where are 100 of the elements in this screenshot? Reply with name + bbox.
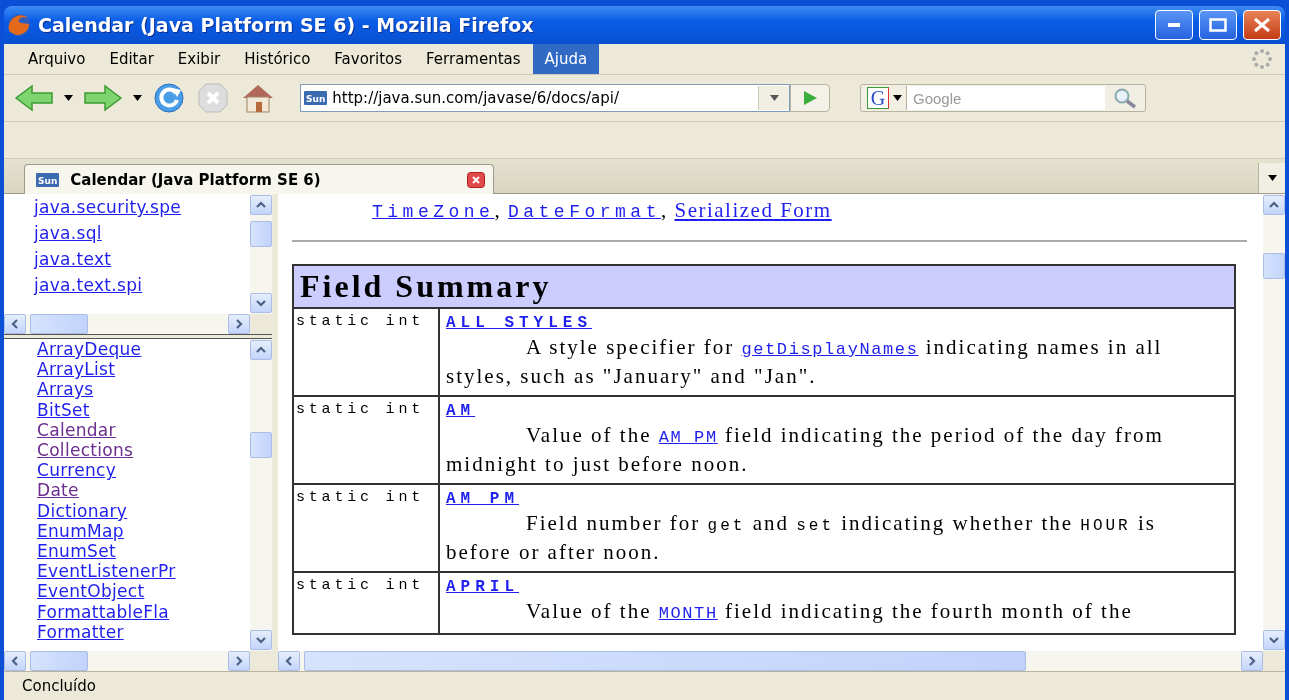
minimize-button[interactable]	[1155, 10, 1193, 40]
package-link[interactable]: java.sql	[34, 220, 102, 246]
class-link[interactable]: Arrays	[37, 379, 94, 400]
tab-list-button[interactable]	[1258, 163, 1285, 193]
class-link[interactable]: Date	[37, 480, 79, 501]
maximize-button[interactable]	[1199, 10, 1237, 40]
menu-item[interactable]: Exibir	[165, 44, 233, 74]
menu-item[interactable]: Arquivo	[16, 44, 98, 74]
browser-tab[interactable]: Sun Calendar (Java Platform SE 6)	[24, 164, 494, 194]
caret-icon[interactable]	[893, 95, 902, 101]
class-link[interactable]: Dictionary	[37, 500, 128, 521]
scroll-left-button[interactable]	[4, 314, 26, 334]
caret-icon[interactable]	[133, 95, 142, 101]
maximize-icon	[1209, 18, 1227, 32]
class-link[interactable]: Collections	[37, 440, 134, 461]
modifier-cell: static int	[293, 308, 439, 396]
menu-item[interactable]: Ajuda	[532, 44, 600, 74]
scroll-thumb[interactable]	[250, 432, 272, 458]
reload-icon	[152, 81, 186, 115]
package-link[interactable]: java.text	[34, 246, 112, 272]
scroll-thumb[interactable]	[304, 651, 1026, 671]
browser-logo-icon	[6, 12, 32, 38]
caret-icon	[769, 95, 779, 101]
dropdown-button[interactable]	[758, 86, 789, 110]
play-icon	[802, 90, 818, 106]
stop-icon	[196, 81, 230, 115]
scroll-right-button[interactable]	[228, 651, 250, 671]
horizontal-scrollbar[interactable]	[4, 651, 250, 671]
close-button[interactable]	[1243, 10, 1281, 40]
scroll-right-button[interactable]	[228, 314, 250, 334]
modifier-cell: static int	[293, 396, 439, 484]
site-icon: Sun	[304, 91, 328, 105]
scroll-down-button[interactable]	[250, 293, 272, 313]
class-link[interactable]: ArrayDeque	[37, 339, 142, 360]
class-link[interactable]: EventListenerPr	[37, 561, 176, 582]
vertical-scrollbar[interactable]	[250, 194, 272, 314]
horizontal-scrollbar[interactable]	[278, 651, 1263, 671]
package-link[interactable]: java.text.spi	[34, 272, 143, 298]
field-description: Value of the MONTH field indicating the fourth month of the	[525, 598, 1134, 625]
field-description: A style specifier for getDisplayNames indicating names in all styles, such as "January" and "Jan".	[446, 334, 1164, 389]
close-tab-icon	[467, 171, 485, 188]
class-link[interactable]: EventObject	[37, 581, 145, 602]
scroll-thumb[interactable]	[250, 221, 272, 247]
site-icon: Sun	[36, 172, 60, 187]
scroll-thumb[interactable]	[1263, 253, 1285, 279]
scroll-thumb[interactable]	[30, 314, 88, 334]
menu-item[interactable]: Ferramentas	[414, 44, 533, 74]
class-link[interactable]: ArrayList	[37, 359, 116, 380]
address-field[interactable]: Sun http://java.sun.com/javase/6/docs/api/	[300, 84, 790, 112]
code-link[interactable]: AM_PM	[658, 428, 718, 447]
field-link[interactable]: AM	[446, 402, 476, 420]
code-link[interactable]: getDisplayNames	[741, 340, 919, 359]
modifier-cell: static int	[293, 572, 439, 634]
package-link[interactable]: java.security.spe	[34, 194, 182, 220]
class-link[interactable]: EnumSet	[37, 541, 116, 562]
scroll-right-button[interactable]	[1241, 651, 1263, 671]
scrollbar-corner	[250, 314, 272, 334]
scroll-down-button[interactable]	[1263, 630, 1285, 650]
class-link[interactable]: Calendar	[37, 419, 116, 440]
scroll-thumb[interactable]	[30, 651, 88, 671]
menu-item[interactable]: Favoritos	[322, 44, 415, 74]
modifier-cell: static int	[293, 484, 439, 572]
menu-item[interactable]: Histórico	[232, 44, 323, 74]
class-link[interactable]: Currency	[37, 460, 116, 481]
vertical-scrollbar[interactable]	[1263, 194, 1285, 651]
field-link[interactable]: APRIL	[446, 578, 519, 596]
scroll-up-button[interactable]	[250, 340, 272, 360]
code-link[interactable]: DateFormat	[507, 202, 661, 222]
scroll-left-button[interactable]	[4, 651, 26, 671]
vertical-scrollbar[interactable]	[250, 339, 272, 651]
field-link[interactable]: AM_PM	[446, 490, 519, 508]
window-title: Calendar (Java Platform SE 6) - Mozilla Firefox	[38, 14, 535, 36]
field-link[interactable]: ALL_STYLES	[446, 314, 592, 332]
scroll-down-button[interactable]	[250, 630, 272, 650]
search-field[interactable]: G Google	[860, 84, 1146, 112]
field-description: Field number for get and set indicating whether the HOUR is before or after noon.	[446, 510, 1157, 565]
class-link[interactable]: EnumMap	[37, 520, 124, 542]
field-description: Value of the AM_PM field indicating the period of the day from midnight to just before noon.	[446, 422, 1165, 477]
class-link[interactable]: Formatter	[37, 621, 124, 643]
scroll-up-button[interactable]	[250, 195, 272, 215]
scroll-up-button[interactable]	[1263, 195, 1285, 215]
menu-item[interactable]: Editar	[97, 44, 166, 74]
class-link[interactable]: FormattableFla	[37, 601, 170, 622]
code-link[interactable]: TimeZone	[372, 202, 495, 222]
code-link[interactable]: MONTH	[658, 604, 718, 623]
horizontal-scrollbar[interactable]	[4, 314, 250, 334]
close-icon	[1253, 17, 1271, 33]
table-header: Field Summary	[293, 265, 1235, 308]
scroll-left-button[interactable]	[278, 651, 300, 671]
forward-icon	[83, 83, 123, 113]
search-icon	[1113, 87, 1137, 109]
caret-icon[interactable]	[64, 95, 73, 101]
link[interactable]: Serialized Form	[674, 198, 832, 222]
class-link[interactable]: BitSet	[37, 399, 90, 420]
frame-splitter[interactable]	[4, 334, 272, 339]
status-text: Concluído	[4, 671, 1285, 700]
see-also-links: TimeZone, DateFormat, Serialized Form	[372, 198, 833, 224]
throbber-icon	[1251, 48, 1273, 70]
caret-icon	[1267, 175, 1277, 181]
back-icon	[14, 83, 54, 113]
